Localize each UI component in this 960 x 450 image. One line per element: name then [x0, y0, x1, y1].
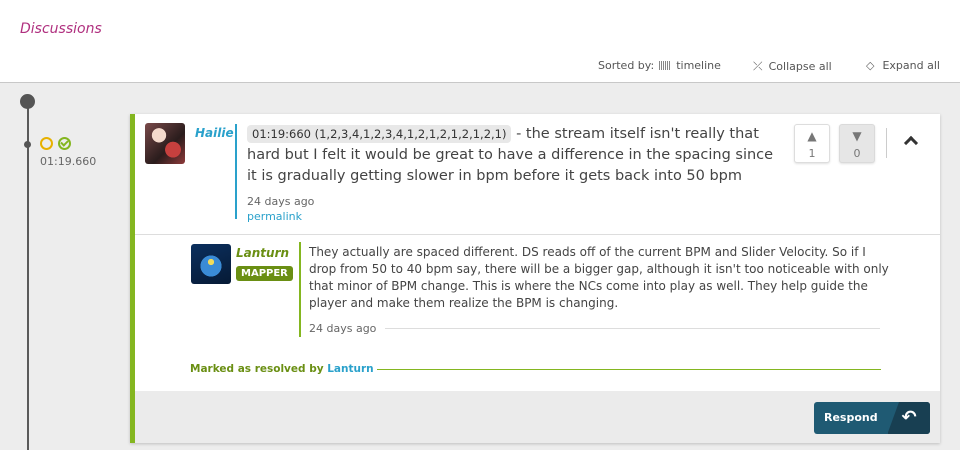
timeline-line: [27, 101, 29, 450]
resolved-rule: [377, 369, 881, 370]
page-title: Discussions: [20, 21, 102, 37]
reply-arrow-icon: ↶: [888, 402, 930, 434]
timeline-entry-dot: [24, 141, 31, 148]
downvote-button[interactable]: ▼ 0: [839, 124, 875, 163]
avatar[interactable]: [145, 123, 185, 164]
pending-status-icon: [40, 137, 53, 150]
collapse-all-button[interactable]: ⤫ Collapse all: [753, 59, 832, 74]
timeline-start-dot: [20, 94, 35, 109]
chevron-up-icon[interactable]: [903, 132, 919, 148]
sorted-by-label: Sorted by:: [598, 59, 655, 72]
reply-date: 24 days ago: [309, 322, 377, 335]
sort-control[interactable]: Sorted by: timeline: [598, 59, 721, 72]
downvote-count: 0: [853, 147, 861, 160]
reply-divider: [299, 242, 301, 337]
timeline-icon: [659, 61, 672, 70]
discussion-post: Hailie 01:19:660 (1,2,3,4,1,2,3,4,1,2,1,…: [135, 114, 940, 234]
permalink-link[interactable]: permalink: [247, 210, 302, 223]
collapse-all-label: Collapse all: [768, 60, 832, 73]
post-divider: [235, 124, 237, 219]
resolved-notice: Marked as resolved by Lanturn: [190, 363, 374, 375]
respond-label: Respond: [824, 411, 878, 424]
reply-date-rule: [385, 328, 880, 329]
thumbs-up-icon: ▲: [807, 129, 817, 143]
expand-all-button[interactable]: ◇ Expand all: [866, 59, 940, 72]
reply-message: They actually are spaced different. DS r…: [309, 245, 889, 310]
avatar[interactable]: [191, 244, 231, 284]
timestamp-tag[interactable]: 01:19:660 (1,2,3,4,1,2,3,4,1,2,1,2,1,2,1…: [247, 125, 512, 143]
respond-button[interactable]: Respond ↶: [814, 402, 930, 434]
expand-icon: ◇: [866, 59, 875, 72]
post-author[interactable]: Hailie: [195, 126, 234, 140]
resolved-by-user[interactable]: Lanturn: [327, 363, 373, 375]
resolved-label: Marked as resolved by: [190, 363, 324, 375]
resolved-status-icon: [58, 137, 71, 150]
reply-author[interactable]: Lanturn: [236, 246, 289, 260]
timeline-timestamp[interactable]: 01:19.660: [40, 155, 96, 168]
sort-value[interactable]: timeline: [676, 59, 721, 72]
header-bar: Discussions Sorted by: timeline ⤫ Collap…: [0, 0, 960, 83]
expand-all-label: Expand all: [882, 59, 940, 72]
collapse-icon: ⤫: [753, 59, 763, 73]
card-footer: Respond ↶: [135, 391, 940, 443]
post-separator: [135, 234, 940, 235]
vote-divider: [886, 128, 887, 158]
thumbs-down-icon: ▼: [852, 129, 862, 143]
upvote-count: 1: [808, 147, 816, 160]
post-message: 01:19:660 (1,2,3,4,1,2,3,4,1,2,1,2,1,2,1…: [247, 124, 787, 187]
post-date: 24 days ago: [247, 195, 315, 208]
upvote-button[interactable]: ▲ 1: [794, 124, 830, 163]
mapper-badge: MAPPER: [236, 266, 293, 281]
discussion-card: Hailie 01:19:660 (1,2,3,4,1,2,3,4,1,2,1,…: [130, 114, 940, 443]
